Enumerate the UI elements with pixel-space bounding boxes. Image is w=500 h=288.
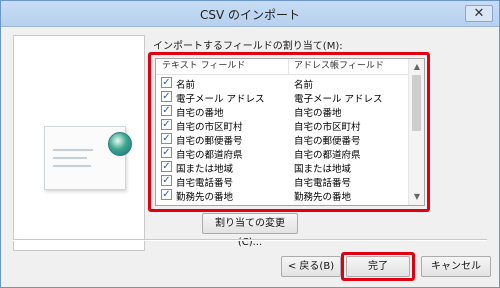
title-bar: CSV のインポート ✕ [1, 1, 499, 27]
globe-icon [108, 132, 132, 156]
envelope-line [53, 157, 87, 159]
field-mapping-label: インポートするフィールドの割り当て(M): [153, 41, 343, 52]
footer-divider [13, 239, 487, 240]
change-mapping-button[interactable]: 割り当ての変更(C)... [202, 213, 298, 248]
csv-import-dialog: CSV のインポート ✕ インポートするフィールドの割り当て(M): テキスト … [0, 0, 500, 288]
list-highlight-frame [148, 52, 430, 212]
envelope-line [53, 149, 93, 151]
cancel-button[interactable]: キャンセル [421, 256, 491, 277]
back-button[interactable]: < 戻る(B) [281, 256, 341, 277]
envelope-line [53, 165, 91, 167]
window-title: CSV のインポート [199, 8, 301, 22]
wizard-illustration-panel [13, 35, 145, 251]
close-button[interactable]: ✕ [465, 5, 493, 22]
finish-highlight-frame [341, 252, 415, 281]
